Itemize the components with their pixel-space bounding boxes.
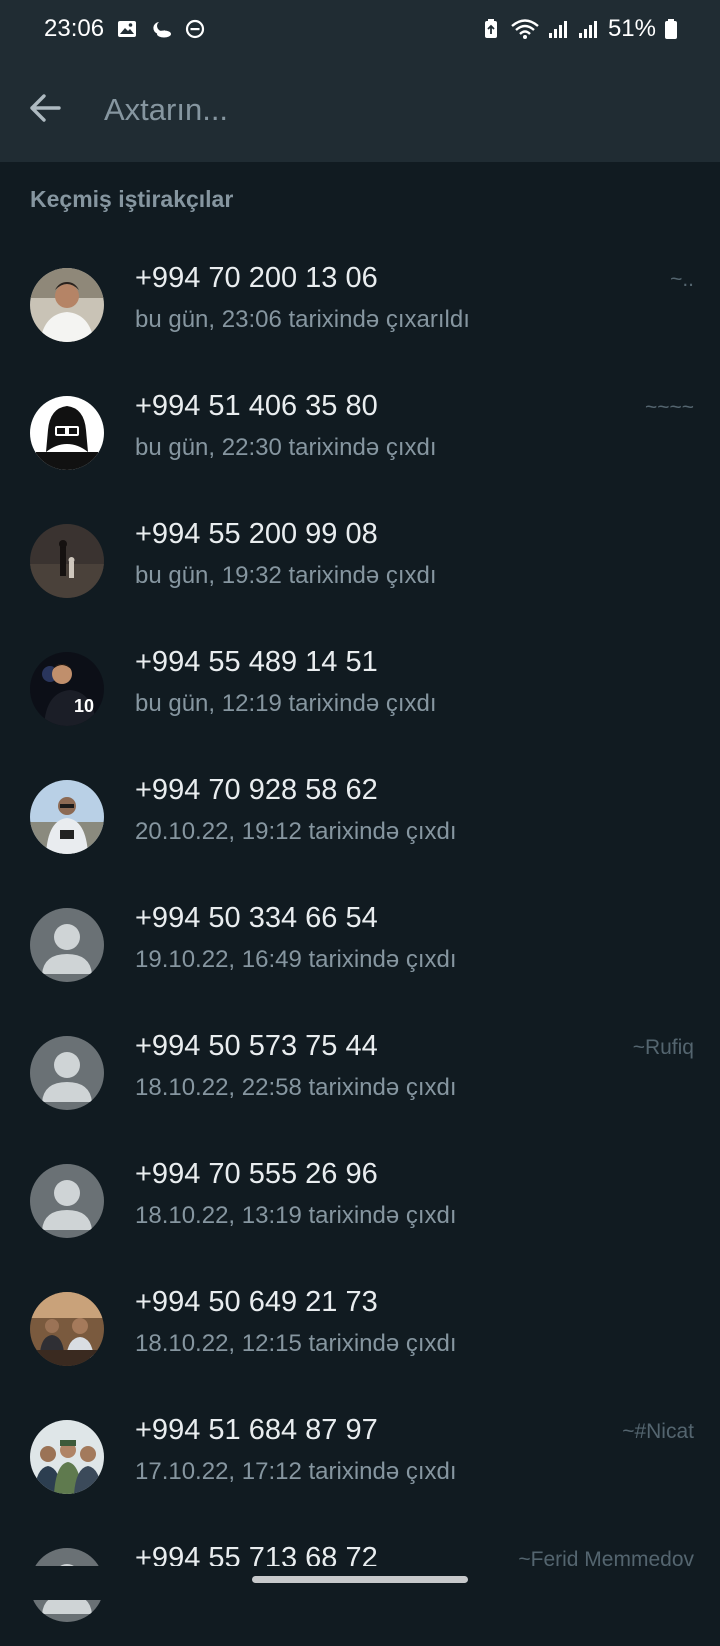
navigation-bar — [0, 1566, 720, 1600]
participant-status: 17.10.22, 17:12 tarixində çıxdı — [135, 1458, 457, 1485]
participant-status: 18.10.22, 13:19 tarixində çıxdı — [135, 1202, 457, 1229]
participant-phone: +994 70 928 58 62 — [135, 774, 378, 806]
participant-phone: +994 50 573 75 44 — [135, 1030, 378, 1062]
default-avatar-icon[interactable] — [30, 908, 104, 982]
participant-phone: +994 50 334 66 54 — [135, 902, 378, 934]
section-title: Keçmiş iştirakçılar — [30, 186, 234, 212]
back-arrow-icon — [28, 93, 62, 128]
participant-phone: +994 55 200 99 08 — [135, 518, 378, 550]
participant-status: bu gün, 12:19 tarixində çıxdı — [135, 690, 437, 717]
avatar[interactable] — [30, 780, 104, 854]
signal-icon-sim1 — [548, 18, 570, 40]
participant-row[interactable]: 10 +994 55 489 14 51 bu gün, 12:19 tarix… — [0, 622, 720, 750]
participant-pushname: ~#Nicat — [622, 1420, 694, 1443]
participant-phone: +994 51 406 35 80 — [135, 390, 378, 422]
participant-phone: +994 50 649 21 73 — [135, 1286, 378, 1318]
avatar[interactable] — [30, 268, 104, 342]
search-app-bar — [0, 58, 720, 162]
participant-status: 20.10.22, 19:12 tarixində çıxdı — [135, 818, 457, 845]
status-bar: 23:06 51% — [0, 0, 720, 58]
avatar[interactable] — [30, 1292, 104, 1366]
participant-row[interactable]: +994 50 334 66 54 19.10.22, 16:49 tarixi… — [0, 878, 720, 1006]
gallery-notification-icon — [116, 18, 138, 40]
svg-text:10: 10 — [74, 696, 94, 716]
participant-row[interactable]: +994 55 200 99 08 bu gün, 19:32 tarixind… — [0, 494, 720, 622]
participant-row[interactable]: +994 70 200 13 06 bu gün, 23:06 tarixind… — [0, 238, 720, 366]
past-participants-list: +994 70 200 13 06 bu gün, 23:06 tarixind… — [0, 238, 720, 1646]
participant-pushname: ~.. — [670, 268, 694, 291]
participant-status: bu gün, 22:30 tarixində çıxdı — [135, 434, 437, 461]
participant-row[interactable]: +994 70 928 58 62 20.10.22, 19:12 tarixi… — [0, 750, 720, 878]
avatar[interactable] — [30, 396, 104, 470]
status-time: 23:06 — [44, 15, 105, 42]
status-bar-left: 23:06 — [44, 15, 206, 43]
participant-row[interactable]: +994 70 555 26 96 18.10.22, 13:19 tarixi… — [0, 1134, 720, 1262]
do-not-disturb-icon — [184, 18, 206, 40]
participant-status: 19.10.22, 16:49 tarixində çıxdı — [135, 946, 457, 973]
participant-pushname: ~Rufiq — [632, 1036, 694, 1059]
avatar[interactable] — [30, 524, 104, 598]
avatar[interactable]: 10 — [30, 652, 104, 726]
avatar[interactable] — [30, 1420, 104, 1494]
participant-pushname: ~~~~ — [644, 396, 694, 419]
signal-icon-sim2 — [578, 18, 600, 40]
default-avatar-icon[interactable] — [30, 1036, 104, 1110]
participant-status: 18.10.22, 12:15 tarixində çıxdı — [135, 1330, 457, 1357]
participant-status: 18.10.22, 22:58 tarixində çıxdı — [135, 1074, 457, 1101]
participant-phone: +994 70 200 13 06 — [135, 262, 378, 294]
battery-percent: 51% — [607, 15, 656, 42]
participant-row[interactable]: +994 50 649 21 73 18.10.22, 12:15 tarixi… — [0, 1262, 720, 1390]
participant-status: bu gün, 23:06 tarixində çıxarıldı — [135, 306, 470, 333]
battery-saver-icon — [480, 18, 502, 40]
back-button[interactable] — [0, 58, 90, 162]
gesture-handle[interactable] — [252, 1576, 468, 1583]
default-avatar-icon[interactable] — [30, 1164, 104, 1238]
status-bar-right: 51% — [480, 15, 678, 43]
participant-phone: +994 55 489 14 51 — [135, 646, 378, 678]
participant-row[interactable]: +994 51 684 87 97 17.10.22, 17:12 tarixi… — [0, 1390, 720, 1518]
participant-row[interactable]: +994 50 573 75 44 18.10.22, 22:58 tarixi… — [0, 1006, 720, 1134]
weather-notification-icon — [150, 18, 172, 40]
search-input[interactable] — [104, 92, 664, 128]
participant-phone: +994 51 684 87 97 — [135, 1414, 378, 1446]
participant-status: bu gün, 19:32 tarixində çıxdı — [135, 562, 437, 589]
wifi-icon — [510, 18, 540, 40]
battery-icon — [664, 18, 678, 40]
participant-phone: +994 70 555 26 96 — [135, 1158, 378, 1190]
participant-row[interactable]: +994 51 406 35 80 bu gün, 22:30 tarixind… — [0, 366, 720, 494]
